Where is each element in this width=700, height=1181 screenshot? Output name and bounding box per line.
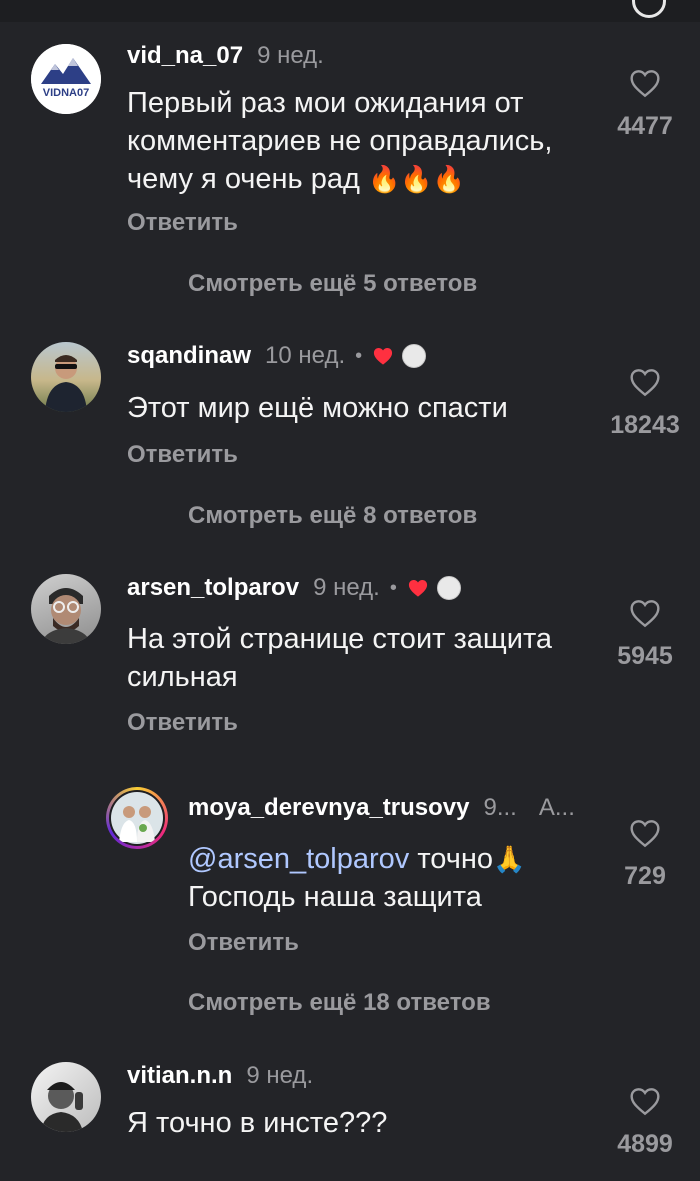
like-count: 18243 xyxy=(610,411,680,439)
like-button[interactable]: 729 xyxy=(600,818,690,891)
like-count: 729 xyxy=(624,862,666,890)
view-more-replies[interactable]: Смотреть ещё 8 ответов xyxy=(188,502,477,530)
reply-button[interactable]: Ответить xyxy=(127,441,238,469)
reply-button[interactable]: Ответить xyxy=(127,209,238,237)
comment-text: Первый раз мои ожидания от комментариев … xyxy=(127,87,553,195)
comment-text: Этот мир ещё можно спасти xyxy=(127,392,508,424)
comment-text: На этой странице стоит защита сильная xyxy=(127,623,553,693)
username[interactable]: arsen_tolparov xyxy=(127,574,299,602)
story-ring-avatar[interactable] xyxy=(106,787,168,849)
creator-avatar-icon xyxy=(402,344,427,368)
timestamp: 9... xyxy=(483,794,517,821)
timestamp: 9 нед. xyxy=(246,1062,314,1089)
person-photo-icon xyxy=(41,588,91,644)
person-photo-icon xyxy=(45,355,87,412)
timestamp: 10 нед. xyxy=(265,342,346,369)
timestamp: 9 нед. xyxy=(257,42,324,69)
vidna-logo-icon: VIDNA07 xyxy=(31,44,101,114)
avatar[interactable] xyxy=(31,1062,101,1132)
truncated-meta: А... xyxy=(538,794,575,821)
avatar[interactable]: VIDNA07 xyxy=(31,44,101,114)
like-button[interactable]: 5945 xyxy=(600,598,690,671)
separator-dot: • xyxy=(355,344,363,367)
comment-text: Я точно в инсте??? xyxy=(127,1107,388,1139)
pray-emoji: 🙏 xyxy=(493,844,526,874)
heart-outline-icon xyxy=(630,600,660,628)
person-photo-icon xyxy=(41,1082,83,1132)
heart-outline-icon xyxy=(630,369,660,397)
view-more-replies[interactable]: Смотреть ещё 18 ответов xyxy=(188,989,491,1017)
view-more-replies[interactable]: Смотреть ещё 5 ответов xyxy=(188,270,477,298)
mention-link[interactable]: @arsen_tolparov xyxy=(188,843,409,875)
fire-emoji: 🔥🔥🔥 xyxy=(367,164,466,194)
username[interactable]: sqandinaw xyxy=(127,342,251,370)
timestamp: 9 нед. xyxy=(313,574,380,601)
separator-dot: • xyxy=(389,576,397,599)
creator-heart-icon xyxy=(374,348,393,365)
group-photo-icon xyxy=(109,790,165,846)
like-count: 5945 xyxy=(617,642,673,670)
like-count: 4477 xyxy=(617,112,673,140)
like-button[interactable]: 4477 xyxy=(600,68,690,141)
creator-avatar-icon xyxy=(436,576,461,600)
creator-heart-icon xyxy=(408,580,427,597)
avatar[interactable] xyxy=(31,342,101,412)
heart-outline-icon xyxy=(630,820,660,848)
reply-button[interactable]: Ответить xyxy=(188,929,299,957)
username[interactable]: vitian.n.n xyxy=(127,1062,232,1090)
like-button[interactable]: 4899 xyxy=(600,1086,690,1159)
like-count: 4899 xyxy=(617,1130,673,1158)
avatar[interactable] xyxy=(31,574,101,644)
top-bar xyxy=(0,0,700,22)
heart-outline-icon xyxy=(630,1088,660,1116)
comment-text: @arsen_tolparov точно🙏 Господь наша защи… xyxy=(188,843,526,913)
reply-button[interactable]: Ответить xyxy=(127,709,238,737)
like-button[interactable]: 18243 xyxy=(600,367,690,440)
avatar-logo-text: VIDNA07 xyxy=(43,87,89,99)
username[interactable]: vid_na_07 xyxy=(127,42,243,70)
heart-outline-icon xyxy=(630,70,660,98)
username[interactable]: moya_derevnya_trusovy xyxy=(188,794,469,822)
